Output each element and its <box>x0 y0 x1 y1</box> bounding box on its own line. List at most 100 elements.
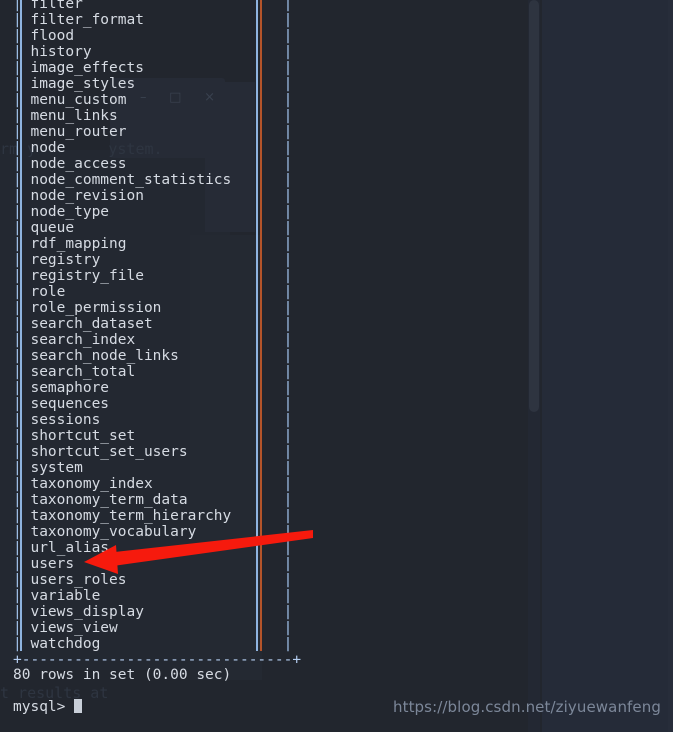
table-name-cell: menu_router <box>30 124 284 140</box>
table-row: | taxonomy_term_hierarchy | <box>13 508 301 524</box>
table-name-cell: flood <box>30 28 284 44</box>
row-right-pipe: | <box>283 636 293 652</box>
table-name-cell: taxonomy_term_hierarchy <box>30 508 284 524</box>
table-name-cell: filter <box>30 0 284 12</box>
table-row: | node_access | <box>13 156 301 172</box>
table-name-cell: node_type <box>30 204 284 220</box>
row-left-pipe: | <box>13 220 31 236</box>
row-left-pipe: | <box>13 556 31 572</box>
row-right-pipe: | <box>283 204 293 220</box>
row-left-pipe: | <box>13 604 31 620</box>
table-row: | search_dataset | <box>13 316 301 332</box>
table-name-cell: search_node_links <box>30 348 284 364</box>
table-name-cell: shortcut_set <box>30 428 284 444</box>
table-row: | users | <box>13 556 301 572</box>
table-name-cell: node_revision <box>30 188 284 204</box>
table-name-cell: users <box>30 556 284 572</box>
text-cursor <box>74 699 83 713</box>
table-name-cell: sessions <box>30 412 284 428</box>
row-left-pipe: | <box>13 44 31 60</box>
table-name-cell: variable <box>30 588 284 604</box>
table-row: | image_effects | <box>13 60 301 76</box>
row-left-pipe: | <box>13 204 31 220</box>
prompt-label: mysql> <box>13 699 66 715</box>
row-right-pipe: | <box>283 284 293 300</box>
mysql-prompt[interactable]: mysql> <box>13 699 83 715</box>
row-left-pipe: | <box>13 156 31 172</box>
row-right-pipe: | <box>283 556 293 572</box>
row-right-pipe: | <box>283 508 293 524</box>
row-right-pipe: | <box>283 540 293 556</box>
table-row: | views_view | <box>13 620 301 636</box>
row-left-pipe: | <box>13 0 31 12</box>
table-name-cell: role_permission <box>30 300 284 316</box>
table-name-cell: taxonomy_term_data <box>30 492 284 508</box>
table-name-cell: search_dataset <box>30 316 284 332</box>
watermark-url: https://blog.csdn.net/ziyuewanfeng <box>392 698 661 716</box>
row-left-pipe: | <box>13 364 31 380</box>
table-name-cell: image_effects <box>30 60 284 76</box>
table-name-cell: menu_links <box>30 108 284 124</box>
row-left-pipe: | <box>13 124 31 140</box>
table-row: | registry_file | <box>13 268 301 284</box>
row-left-pipe: | <box>13 108 31 124</box>
row-left-pipe: | <box>13 508 31 524</box>
table-row: | menu_links | <box>13 108 301 124</box>
row-right-pipe: | <box>283 412 293 428</box>
table-row: | image_styles | <box>13 76 301 92</box>
table-row: | views_display | <box>13 604 301 620</box>
table-name-cell: registry <box>30 252 284 268</box>
table-name-cell: watchdog <box>30 636 284 652</box>
row-right-pipe: | <box>283 444 293 460</box>
row-left-pipe: | <box>13 140 31 156</box>
row-right-pipe: | <box>283 268 293 284</box>
row-left-pipe: | <box>13 540 31 556</box>
table-row: | shortcut_set_users | <box>13 444 301 460</box>
row-left-pipe: | <box>13 444 31 460</box>
row-right-pipe: | <box>283 236 293 252</box>
row-left-pipe: | <box>13 524 31 540</box>
row-left-pipe: | <box>13 620 31 636</box>
row-left-pipe: | <box>13 12 31 28</box>
row-right-pipe: | <box>283 572 293 588</box>
row-left-pipe: | <box>13 268 31 284</box>
table-row: | menu_router | <box>13 124 301 140</box>
row-left-pipe: | <box>13 460 31 476</box>
table-name-cell: history <box>30 44 284 60</box>
table-row: | shortcut_set | <box>13 428 301 444</box>
row-left-pipe: | <box>13 492 31 508</box>
table-name-cell: views_display <box>30 604 284 620</box>
table-name-cell: image_styles <box>30 76 284 92</box>
row-left-pipe: | <box>13 572 31 588</box>
table-name-cell: node_access <box>30 156 284 172</box>
row-left-pipe: | <box>13 172 31 188</box>
table-row: | filter | <box>13 0 301 12</box>
row-right-pipe: | <box>283 220 293 236</box>
table-row: | semaphore | <box>13 380 301 396</box>
table-row: | search_total | <box>13 364 301 380</box>
table-row: | search_index | <box>13 332 301 348</box>
table-name-cell: menu_custom <box>30 92 284 108</box>
terminal-output: | filter | | filter_format | | flood | | hi… <box>0 0 673 732</box>
row-right-pipe: | <box>283 396 293 412</box>
row-right-pipe: | <box>283 604 293 620</box>
row-left-pipe: | <box>13 396 31 412</box>
table-row: | registry | <box>13 252 301 268</box>
row-right-pipe: | <box>283 620 293 636</box>
table-row: | users_roles | <box>13 572 301 588</box>
row-right-pipe: | <box>283 588 293 604</box>
row-right-pipe: | <box>283 300 293 316</box>
row-right-pipe: | <box>283 60 293 76</box>
table-row: | role | <box>13 284 301 300</box>
table-name-cell: registry_file <box>30 268 284 284</box>
table-row: | variable | <box>13 588 301 604</box>
row-right-pipe: | <box>283 124 293 140</box>
row-right-pipe: | <box>283 140 293 156</box>
row-right-pipe: | <box>283 380 293 396</box>
result-summary: 80 rows in set (0.00 sec) <box>13 667 232 683</box>
row-right-pipe: | <box>283 492 293 508</box>
row-left-pipe: | <box>13 332 31 348</box>
table-row: | taxonomy_index | <box>13 476 301 492</box>
table-row: | queue | <box>13 220 301 236</box>
table-name-cell: semaphore <box>30 380 284 396</box>
